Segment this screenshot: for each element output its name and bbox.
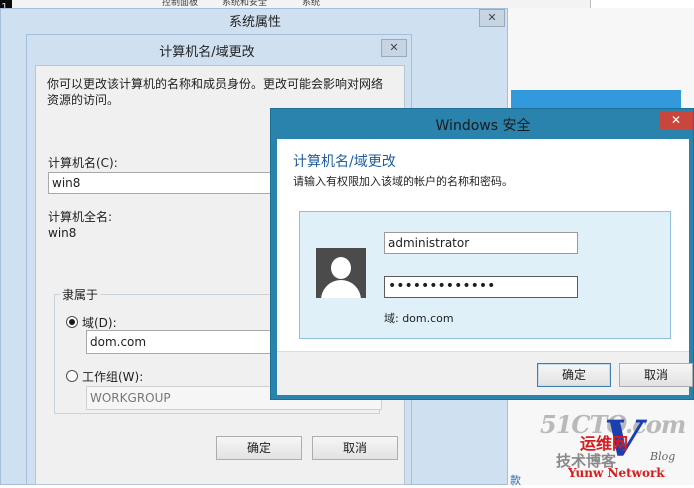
description-text: 你可以更改该计算机的名称和成员身份。更改可能会影响对网络资源的访问。 xyxy=(47,77,384,107)
watermark-logo: 51CTO.com V 运维网 技术博客 Blog Yunw Network xyxy=(540,410,690,480)
full-computer-name-label: 计算机全名: xyxy=(48,210,113,224)
dialog-body: 计算机名/域更改 请输入有权限加入该域的帐户的名称和密码。 administra… xyxy=(277,139,693,395)
workgroup-radio[interactable] xyxy=(66,370,78,382)
breadcrumb-item[interactable]: 控制面板 xyxy=(162,0,198,8)
dialog-instruction: 请输入有权限加入该域的帐户的名称和密码。 xyxy=(293,175,513,188)
domain-radio-label[interactable]: 域(D): xyxy=(82,314,117,331)
username-input[interactable]: administrator xyxy=(384,232,578,254)
cancel-button[interactable]: 取消 xyxy=(619,363,693,387)
close-icon[interactable]: ✕ xyxy=(381,39,407,57)
ok-button[interactable]: 确定 xyxy=(537,363,611,387)
dialog-footer: 确定 取消 xyxy=(277,351,693,395)
domain-radio[interactable] xyxy=(66,316,78,328)
watermark-network: Yunw Network xyxy=(568,466,665,480)
cancel-button[interactable]: 取消 xyxy=(312,436,398,460)
password-input[interactable]: ••••••••••••• xyxy=(384,276,578,298)
computer-name-label: 计算机名(C): xyxy=(48,156,118,170)
workgroup-radio-label[interactable]: 工作组(W): xyxy=(82,368,143,385)
member-of-label: 隶属于 xyxy=(60,286,101,303)
user-avatar-icon xyxy=(316,248,366,298)
avatar-shoulders xyxy=(321,280,361,298)
window-title: 系统属性 xyxy=(228,15,281,30)
watermark-blog: Blog xyxy=(650,450,676,463)
windows-security-dialog: Windows 安全 ✕ 计算机名/域更改 请输入有权限加入该域的帐户的名称和密… xyxy=(270,108,694,400)
credential-tile: administrator ••••••••••••• 域: dom.com xyxy=(299,211,671,339)
close-icon[interactable]: ✕ xyxy=(479,9,505,27)
breadcrumb-item[interactable]: 系统和安全 xyxy=(222,0,267,8)
background-link[interactable]: 款 xyxy=(510,472,521,488)
dialog-title: Windows 安全 xyxy=(435,118,531,134)
dialog-title: 计算机名/域更改 xyxy=(159,45,255,60)
breadcrumb-item[interactable]: 系统 xyxy=(302,0,320,8)
avatar-head xyxy=(331,257,351,279)
full-computer-name-value: win8 xyxy=(48,226,77,240)
ok-button[interactable]: 确定 xyxy=(216,436,302,460)
close-icon[interactable]: ✕ xyxy=(659,111,693,129)
dialog-heading: 计算机名/域更改 xyxy=(293,154,396,170)
domain-info-text: 域: dom.com xyxy=(384,312,454,325)
